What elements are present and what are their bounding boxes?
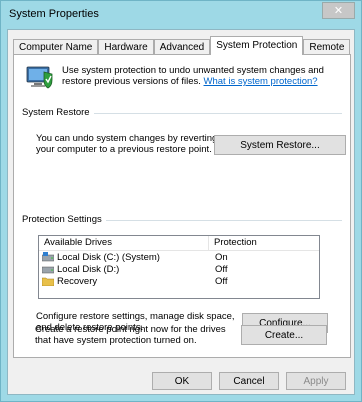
create-button[interactable]: Create... — [241, 325, 327, 345]
drive-row[interactable]: Recovery Off — [39, 275, 319, 287]
drive-cell: Local Disk (C:) (System) — [39, 252, 209, 263]
drives-list-header: Available Drives Protection — [39, 236, 319, 251]
tab-system-protection[interactable]: System Protection — [210, 36, 304, 55]
tab-remote[interactable]: Remote — [303, 39, 351, 55]
drive-cell: Recovery — [39, 276, 209, 287]
tab-computer-name[interactable]: Computer Name — [13, 39, 99, 55]
window-title: System Properties — [9, 8, 99, 20]
info-text: Use system protection to undo unwanted s… — [62, 65, 342, 87]
ok-button[interactable]: OK — [152, 372, 212, 390]
drive-name: Recovery — [57, 275, 98, 287]
drive-icon — [42, 266, 54, 274]
system-protection-icon — [26, 66, 53, 89]
help-link[interactable]: What is system protection? — [204, 76, 318, 87]
drive-protection-status: Off — [215, 263, 228, 275]
system-properties-window: System Properties ✕ Computer Name Hardwa… — [0, 0, 362, 402]
column-header-drives[interactable]: Available Drives — [39, 236, 209, 250]
drive-name: Local Disk (C:) (System) — [57, 251, 160, 263]
tab-hardware[interactable]: Hardware — [98, 39, 154, 55]
system-restore-description: You can undo system changes by reverting… — [36, 133, 218, 155]
close-button[interactable]: ✕ — [322, 2, 355, 19]
drive-protection-status: Off — [215, 275, 228, 287]
cancel-button[interactable]: Cancel — [219, 372, 279, 390]
tab-strip: Computer Name Hardware Advanced System P… — [13, 36, 351, 55]
drives-list[interactable]: Available Drives Protection Local Disk (… — [38, 235, 320, 299]
system-drive-icon — [42, 252, 54, 262]
drive-cell: Local Disk (D:) — [39, 264, 209, 275]
tab-advanced[interactable]: Advanced — [153, 39, 211, 55]
dialog-client-area: Computer Name Hardware Advanced System P… — [7, 29, 355, 395]
protection-settings-group-label: Protection Settings — [22, 214, 106, 225]
drive-row[interactable]: Local Disk (D:) Off — [39, 263, 319, 275]
system-restore-button[interactable]: System Restore... — [214, 135, 346, 155]
apply-button[interactable]: Apply — [286, 372, 346, 390]
column-header-protection[interactable]: Protection — [209, 236, 257, 250]
close-icon: ✕ — [333, 4, 344, 17]
system-restore-group-label: System Restore — [22, 107, 94, 118]
drive-row[interactable]: Local Disk (C:) (System) On — [39, 251, 319, 263]
title-bar: System Properties ✕ — [1, 1, 361, 27]
system-protection-panel: Use system protection to undo unwanted s… — [13, 54, 351, 358]
create-description: Create a restore point right now for the… — [35, 324, 226, 346]
drive-protection-status: On — [215, 251, 228, 263]
folder-drive-icon — [42, 277, 54, 286]
drive-name: Local Disk (D:) — [57, 263, 120, 275]
